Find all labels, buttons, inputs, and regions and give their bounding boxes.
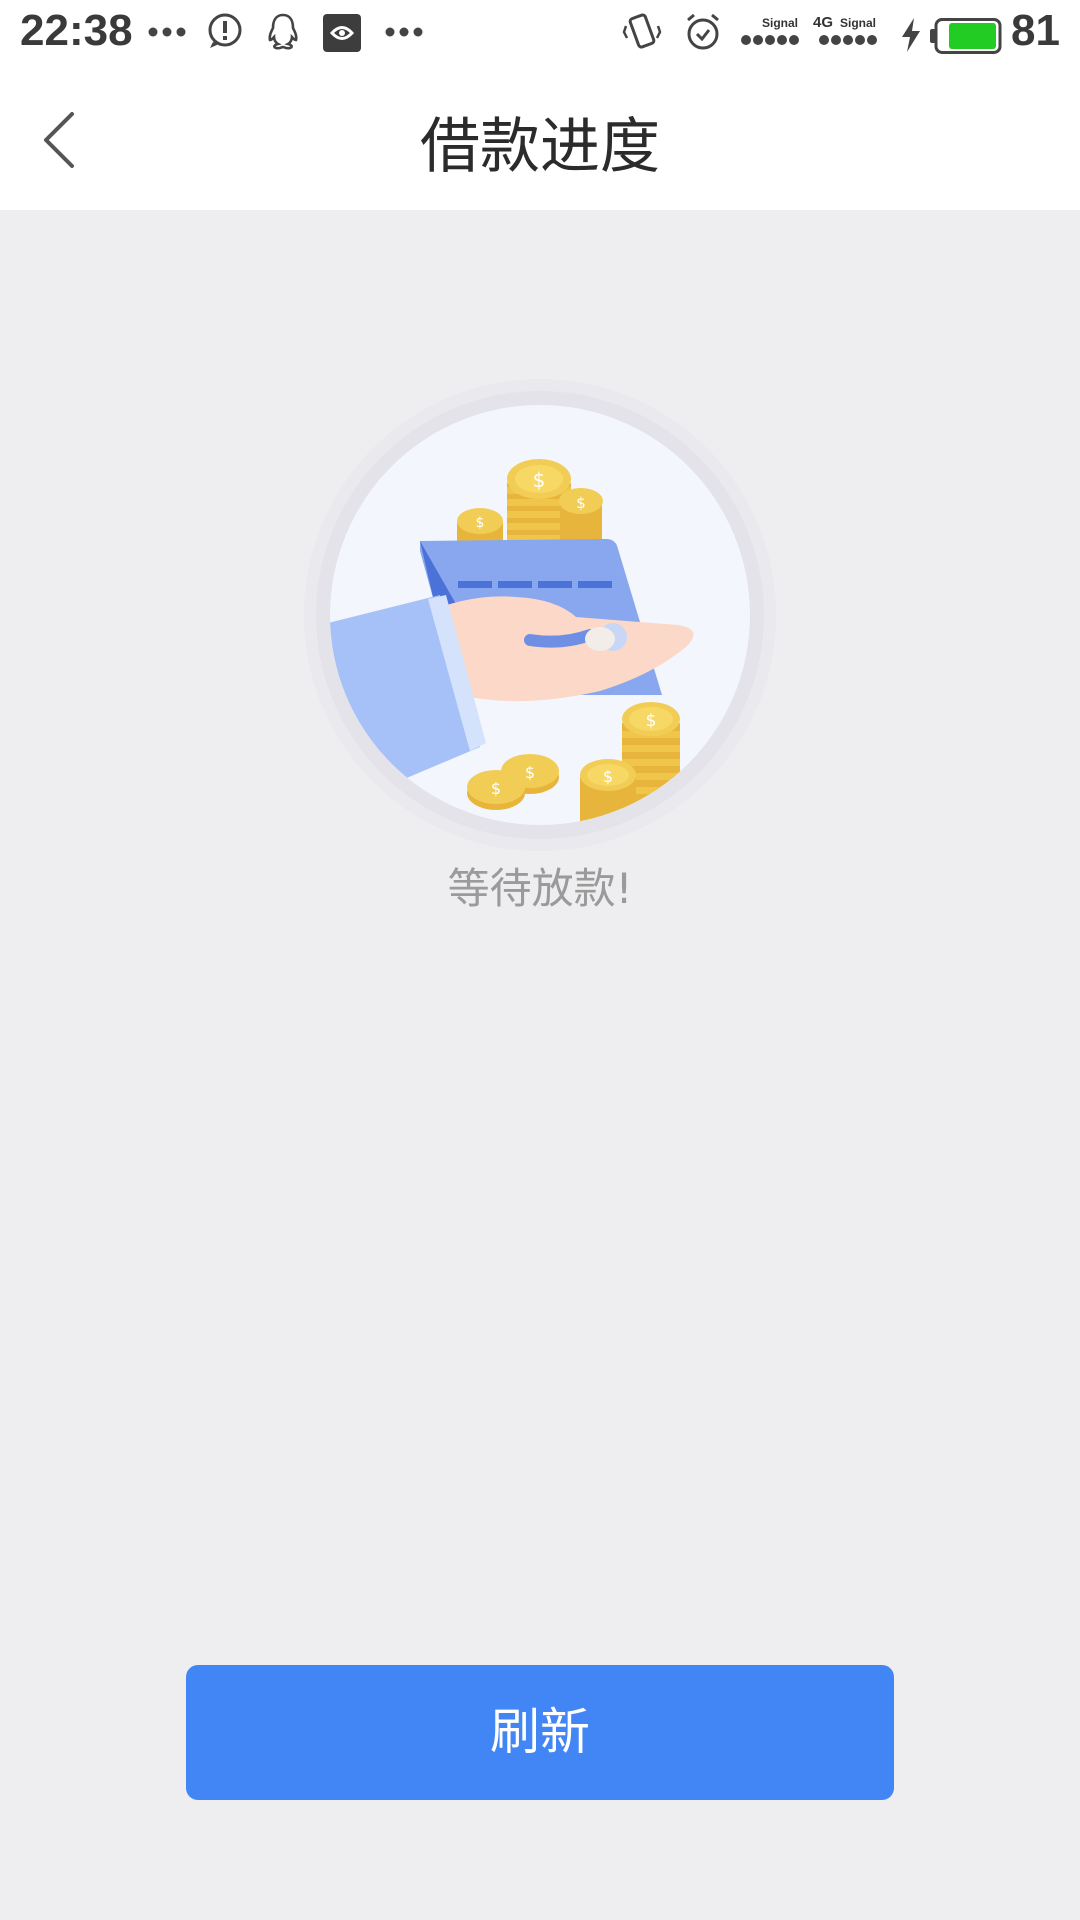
- qq-icon: [268, 13, 298, 50]
- status-bar: 22:38 Signal 4G Signal 81: [0, 0, 1080, 66]
- svg-text:$: $: [533, 468, 546, 492]
- battery-icon: [930, 18, 1002, 54]
- svg-text:$: $: [603, 767, 613, 786]
- loan-status-text: 等待放款!: [447, 864, 633, 913]
- alert-icon: [208, 13, 242, 48]
- signal-4g-icon: [819, 35, 877, 45]
- app-header: 借款进度: [0, 66, 1080, 210]
- vibrate-icon: [622, 13, 662, 49]
- page-title: 借款进度: [420, 112, 660, 182]
- svg-text:$: $: [576, 494, 586, 512]
- signal-icon: [741, 35, 799, 45]
- more-dots-icon: [148, 27, 186, 37]
- more-dots-icon: [385, 27, 423, 37]
- network-type-label: 4G: [813, 14, 834, 31]
- svg-text:$: $: [525, 763, 535, 782]
- app-icon: [323, 14, 361, 52]
- alarm-icon: [687, 13, 719, 50]
- refresh-button[interactable]: 刷新: [186, 1665, 894, 1800]
- hand-card-coins-illustration: $ $ $ $ $ $ $: [300, 375, 780, 855]
- signal-label: Signal: [762, 16, 799, 30]
- svg-text:$: $: [646, 711, 657, 731]
- charging-icon: [902, 18, 920, 52]
- svg-text:$: $: [476, 515, 485, 531]
- battery-percent: 81: [1011, 6, 1060, 55]
- signal-label: Signal: [840, 16, 877, 30]
- status-time: 22:38: [20, 6, 133, 55]
- svg-text:$: $: [491, 779, 501, 798]
